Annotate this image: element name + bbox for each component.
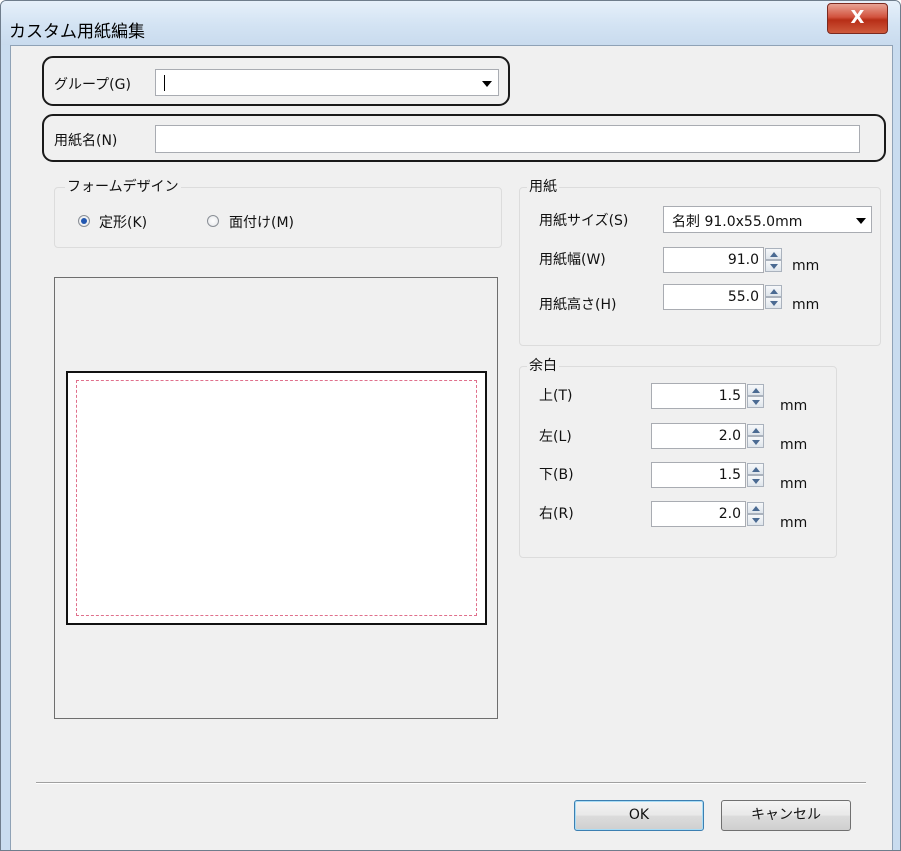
cancel-button[interactable]: キャンセル (721, 800, 851, 831)
margin-top-stepper[interactable]: 1.5 (651, 383, 771, 409)
margin-bottom-stepper[interactable]: 1.5 (651, 462, 771, 488)
margin-right-stepper[interactable]: 2.0 (651, 501, 771, 527)
chevron-down-icon[interactable] (856, 218, 866, 224)
margin-left-unit: mm (780, 437, 808, 453)
margins-group-title: 余白 (527, 355, 559, 375)
margin-bottom-unit: mm (780, 476, 808, 492)
paper-width-unit: mm (792, 258, 820, 274)
paper-size-value: 名刺 91.0x55.0mm (672, 214, 803, 230)
paper-size-select[interactable]: 名刺 91.0x55.0mm (663, 206, 872, 233)
paper-height-value[interactable]: 55.0 (663, 284, 764, 310)
chevron-down-icon[interactable] (482, 81, 492, 87)
margin-left-label: 左(L) (539, 429, 572, 445)
paper-width-label: 用紙幅(W) (539, 252, 606, 268)
radio-imposition[interactable] (207, 215, 219, 227)
margin-top-value[interactable]: 1.5 (651, 383, 746, 409)
spin-up-icon[interactable] (747, 424, 764, 436)
paper-size-label: 用紙サイズ(S) (539, 213, 629, 229)
dialog-body: グループ(G) 用紙名(N) フォームデザイン 定形(K) 面付け(M) 用紙 … (10, 45, 893, 850)
dialog-window: カスタム用紙編集 X グループ(G) 用紙名(N) フォームデザイン 定形(K)… (0, 0, 901, 851)
margin-left-value[interactable]: 2.0 (651, 423, 746, 449)
spin-down-icon[interactable] (747, 514, 764, 526)
margin-bottom-label: 下(B) (539, 467, 574, 483)
margin-right-unit: mm (780, 515, 808, 531)
margin-bottom-value[interactable]: 1.5 (651, 462, 746, 488)
paper-height-label: 用紙高さ(H) (539, 297, 617, 313)
margin-guide (76, 380, 477, 616)
paper-height-unit: mm (792, 297, 820, 313)
button-separator (36, 782, 866, 784)
form-design-title: フォームデザイン (65, 176, 181, 196)
paper-group-title: 用紙 (527, 176, 559, 196)
radio-fixed-form-label[interactable]: 定形(K) (99, 212, 147, 232)
spin-up-icon[interactable] (747, 463, 764, 475)
spin-down-icon[interactable] (765, 260, 782, 272)
title-bar[interactable]: カスタム用紙編集 X (1, 1, 900, 45)
paper-preview (66, 371, 487, 625)
close-button[interactable]: X (827, 3, 888, 34)
spin-up-icon[interactable] (747, 502, 764, 514)
window-title: カスタム用紙編集 (9, 22, 145, 42)
paper-width-value[interactable]: 91.0 (663, 247, 764, 273)
spin-down-icon[interactable] (747, 396, 764, 408)
margin-right-label: 右(R) (539, 506, 574, 522)
spin-up-icon[interactable] (747, 384, 764, 396)
margin-top-label: 上(T) (539, 388, 573, 404)
spin-down-icon[interactable] (765, 297, 782, 309)
spin-up-icon[interactable] (765, 285, 782, 297)
text-caret (164, 75, 165, 91)
spin-down-icon[interactable] (747, 436, 764, 448)
margin-top-unit: mm (780, 398, 808, 414)
paper-width-stepper[interactable]: 91.0 (663, 247, 783, 273)
radio-imposition-label[interactable]: 面付け(M) (229, 212, 294, 232)
ok-button[interactable]: OK (574, 800, 704, 831)
paper-height-stepper[interactable]: 55.0 (663, 284, 783, 310)
spin-up-icon[interactable] (765, 248, 782, 260)
paper-name-input[interactable] (155, 125, 860, 153)
group-label: グループ(G) (54, 77, 131, 93)
radio-fixed-form[interactable] (78, 215, 90, 227)
group-combobox[interactable] (155, 69, 499, 96)
preview-panel (54, 277, 498, 719)
margin-right-value[interactable]: 2.0 (651, 501, 746, 527)
paper-name-label: 用紙名(N) (54, 133, 118, 149)
margin-left-stepper[interactable]: 2.0 (651, 423, 771, 449)
spin-down-icon[interactable] (747, 475, 764, 487)
